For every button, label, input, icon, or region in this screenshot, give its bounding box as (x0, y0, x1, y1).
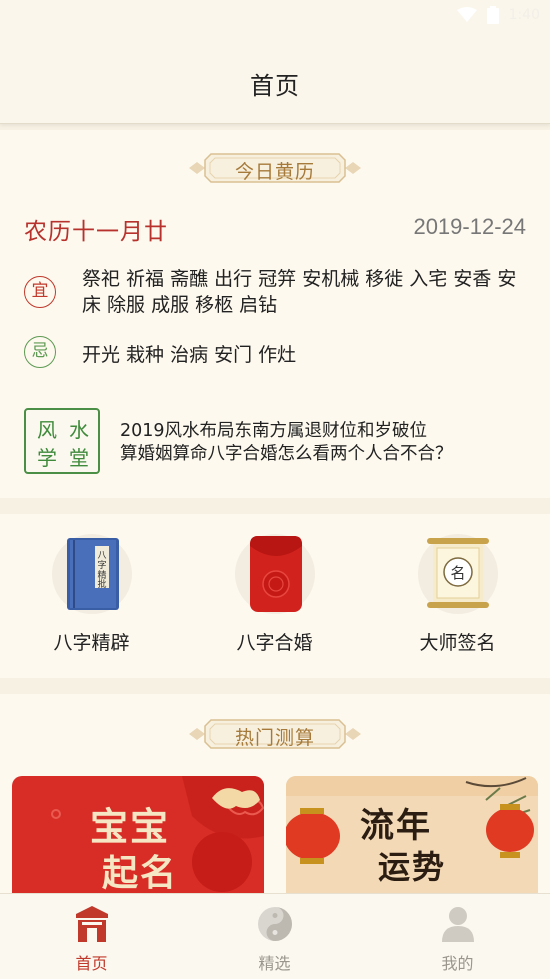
ji-items: 开光 栽种 治病 安门 作灶 (82, 344, 297, 366)
fengshui-logo[interactable]: 风 水 学 堂 (24, 408, 100, 474)
almanac-section-header: 今日黄历 (185, 148, 365, 188)
bottom-tab-bar: 首页 精选 我的 (0, 893, 550, 979)
tab-label: 我的 (441, 954, 474, 973)
news-list: 2019风水布局东南方属退财位和岁破位 算婚姻算命八字合婚怎么看两个人合不合？ (120, 420, 453, 466)
app-header: 首页 (0, 32, 550, 124)
card-title-line2: 运势 (378, 848, 447, 886)
card-annual-fortune[interactable]: 流年 运势 (286, 776, 538, 896)
status-bar: 1:40 (0, 0, 550, 32)
solar-date: 2019-12-24 (413, 214, 526, 239)
tab-mine[interactable]: 我的 (366, 894, 549, 979)
red-envelope-icon (234, 534, 315, 614)
page-title: 首页 (250, 72, 300, 100)
service-label: 大师签名 (419, 632, 496, 654)
book-icon: 八 字 精 批 (51, 534, 132, 614)
home-gate-icon (75, 906, 108, 942)
logo-char: 堂 (69, 446, 89, 470)
logo-char: 学 (37, 446, 57, 470)
tab-label: 首页 (75, 954, 108, 973)
tab-label: 精选 (258, 954, 291, 973)
svg-text:字: 字 (97, 559, 106, 571)
yin-yang-icon (257, 907, 292, 941)
card-title-line1: 流年 (360, 806, 432, 846)
hot-section-header: 热门测算 (185, 714, 365, 754)
lunar-date: 农历十一月廿 (24, 219, 168, 245)
service-master-signature[interactable]: 名 大师签名 (366, 514, 549, 678)
news-item[interactable]: 2019风水布局东南方属退财位和岁破位 (120, 420, 453, 443)
svg-text:八: 八 (97, 551, 106, 561)
yi-items: 祭祀 祈福 斋醮 出行 冠笄 安机械 移徙 入宅 安香 安床 除服 成服 移柩 … (82, 268, 517, 316)
almanac-title: 今日黄历 (234, 161, 315, 183)
card-baby-naming[interactable]: 宝宝 起名 (12, 776, 264, 896)
svg-text:批: 批 (97, 578, 106, 590)
yi-badge: 宜 (24, 276, 56, 308)
tab-home[interactable]: 首页 (0, 894, 183, 979)
svg-text:名: 名 (450, 564, 465, 582)
news-item[interactable]: 算婚姻算命八字合婚怎么看两个人合不合？ (120, 443, 453, 466)
ji-badge: 忌 (24, 336, 56, 368)
scroll-icon: 名 (417, 534, 498, 614)
logo-char: 风 (37, 418, 57, 442)
card-title-line2: 起名 (102, 852, 179, 894)
person-icon (441, 907, 474, 942)
card-title-line1: 宝宝 (90, 804, 171, 849)
service-bazi-hehun[interactable]: 八字合婚 (183, 514, 366, 678)
logo-char: 水 (69, 418, 89, 442)
status-time: 1:40 (508, 7, 540, 23)
battery-icon (486, 6, 499, 24)
services-section: 八 字 精 批 八字精辟 八字合婚 名 大师签名 (0, 514, 550, 678)
service-bazi-jingpi[interactable]: 八 字 精 批 八字精辟 (0, 514, 183, 678)
wifi-icon (456, 7, 477, 22)
almanac-section: 今日黄历 农历十一月廿 2019-12-24 宜 祭祀 祈福 斋醮 出行 冠笄 … (0, 130, 550, 498)
service-label: 八字精辟 (53, 632, 130, 654)
service-label: 八字合婚 (236, 632, 313, 654)
hot-title: 热门测算 (234, 727, 315, 749)
tab-selected[interactable]: 精选 (183, 894, 366, 979)
status-icons: 1:40 (456, 6, 540, 24)
hot-section: 热门测算 宝宝 起名 流年 运势 (0, 694, 550, 896)
